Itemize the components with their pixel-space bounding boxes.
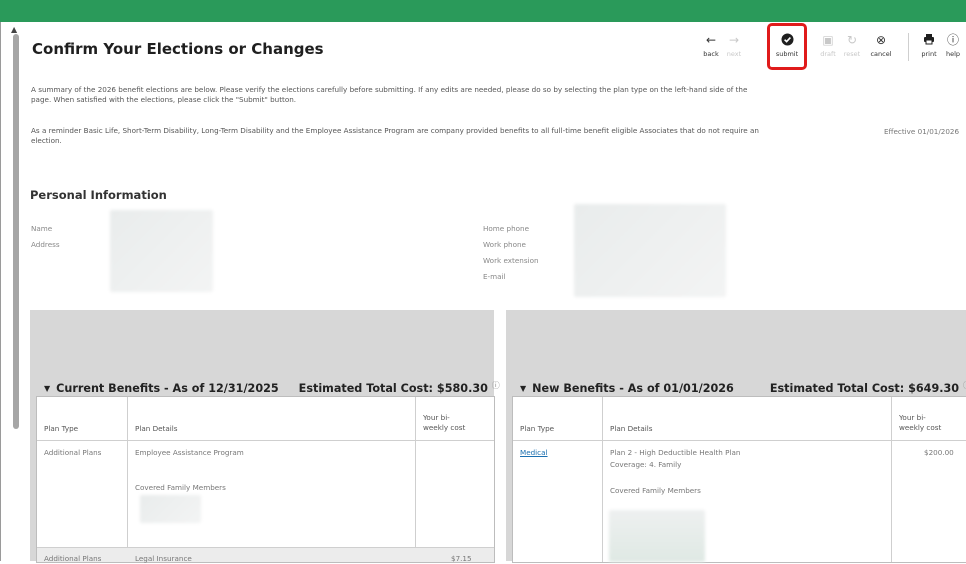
col-divider xyxy=(415,397,416,562)
redacted-covered-members xyxy=(609,510,705,562)
current-benefits-table: Plan Type Plan Details Your bi- weekly c… xyxy=(36,396,495,563)
submit-button[interactable]: submit xyxy=(770,33,804,58)
reset-button[interactable]: ↻ reset xyxy=(842,33,862,58)
current-benefits-header[interactable]: ▼ Current Benefits - As of 12/31/2025 Esti… xyxy=(44,381,500,395)
header-divider xyxy=(37,440,494,441)
table-cell-plan-type: Additional Plans xyxy=(44,554,102,563)
col-divider xyxy=(127,397,128,562)
draft-button[interactable]: ▣ draft xyxy=(818,33,838,58)
table-cell-plan-details: Employee Assistance Program xyxy=(135,448,244,457)
table-cell-covered-members: Covered Family Members xyxy=(135,483,226,492)
cancel-circle-x-icon: ⊗ xyxy=(875,33,887,47)
table-cell-plan-details: Legal Insurance xyxy=(135,554,192,563)
intro-paragraph-1: A summary of the 2026 benefit elections … xyxy=(31,85,748,104)
page-title: Confirm Your Elections or Changes xyxy=(32,40,324,58)
redacted-covered-members xyxy=(140,495,201,523)
redacted-contact-info xyxy=(574,204,726,297)
table-cell-cost: $200.00 xyxy=(924,448,954,457)
next-arrow-icon: → xyxy=(728,33,740,47)
help-button[interactable]: ⓘ help xyxy=(942,33,964,58)
info-icon[interactable]: ⓘ xyxy=(492,381,500,390)
table-row-shaded xyxy=(37,548,494,562)
scroll-up-arrow-icon[interactable]: ▲ xyxy=(11,25,17,34)
next-button[interactable]: → next xyxy=(723,33,745,58)
reset-icon: ↻ xyxy=(846,33,858,47)
save-disk-icon: ▣ xyxy=(822,33,834,47)
col-divider xyxy=(891,397,892,562)
work-extension-label: Work extension xyxy=(483,256,539,265)
table-cell-covered-members: Covered Family Members xyxy=(610,486,701,495)
collapse-caret-icon: ▼ xyxy=(44,384,51,393)
work-phone-label: Work phone xyxy=(483,240,526,249)
checkmark-circle-icon xyxy=(770,33,804,48)
redacted-name-address xyxy=(110,210,213,292)
help-circle-icon: ⓘ xyxy=(946,33,959,47)
printer-icon xyxy=(918,33,940,48)
header-divider xyxy=(513,440,966,441)
back-button[interactable]: ← back xyxy=(700,33,722,58)
new-benefits-header[interactable]: ▼ New Benefits - As of 01/01/2026 Estimate… xyxy=(520,381,966,395)
col-divider xyxy=(602,397,603,562)
address-label: Address xyxy=(31,240,60,249)
personal-information-heading: Personal Information xyxy=(30,188,167,202)
toolbar-divider xyxy=(908,33,909,61)
cancel-button[interactable]: ⊗ cancel xyxy=(868,33,894,58)
intro-paragraph-2: As a reminder Basic Life, Short-Term Dis… xyxy=(31,126,759,145)
home-phone-label: Home phone xyxy=(483,224,530,233)
table-cell-plan-details: Plan 2 - High Deductible Health Plan xyxy=(610,448,741,457)
table-cell-cost: $7.15 xyxy=(451,554,472,563)
new-benefits-table: Plan Type Plan Details Your bi- weekly c… xyxy=(512,396,966,563)
name-label: Name xyxy=(31,224,53,233)
medical-plan-link[interactable]: Medical xyxy=(520,448,548,458)
back-arrow-icon: ← xyxy=(705,33,717,47)
col-header-cost: Your bi- weekly cost xyxy=(423,413,466,432)
print-button[interactable]: print xyxy=(918,33,940,58)
col-header-plan-details: Plan Details xyxy=(610,424,653,433)
col-header-plan-type: Plan Type xyxy=(44,424,79,433)
table-cell-plan-type: Additional Plans xyxy=(44,448,102,457)
col-header-cost: Your bi- weekly cost xyxy=(899,413,942,432)
table-cell-coverage: Coverage: 4. Family xyxy=(610,460,682,469)
email-label: E-mail xyxy=(483,272,506,281)
collapse-caret-icon: ▼ xyxy=(520,384,527,393)
effective-date: Effective 01/01/2026 xyxy=(884,127,960,136)
vertical-scrollbar[interactable] xyxy=(13,34,19,429)
top-banner xyxy=(0,0,966,22)
col-header-plan-details: Plan Details xyxy=(135,424,178,433)
col-header-plan-type: Plan Type xyxy=(520,424,555,433)
